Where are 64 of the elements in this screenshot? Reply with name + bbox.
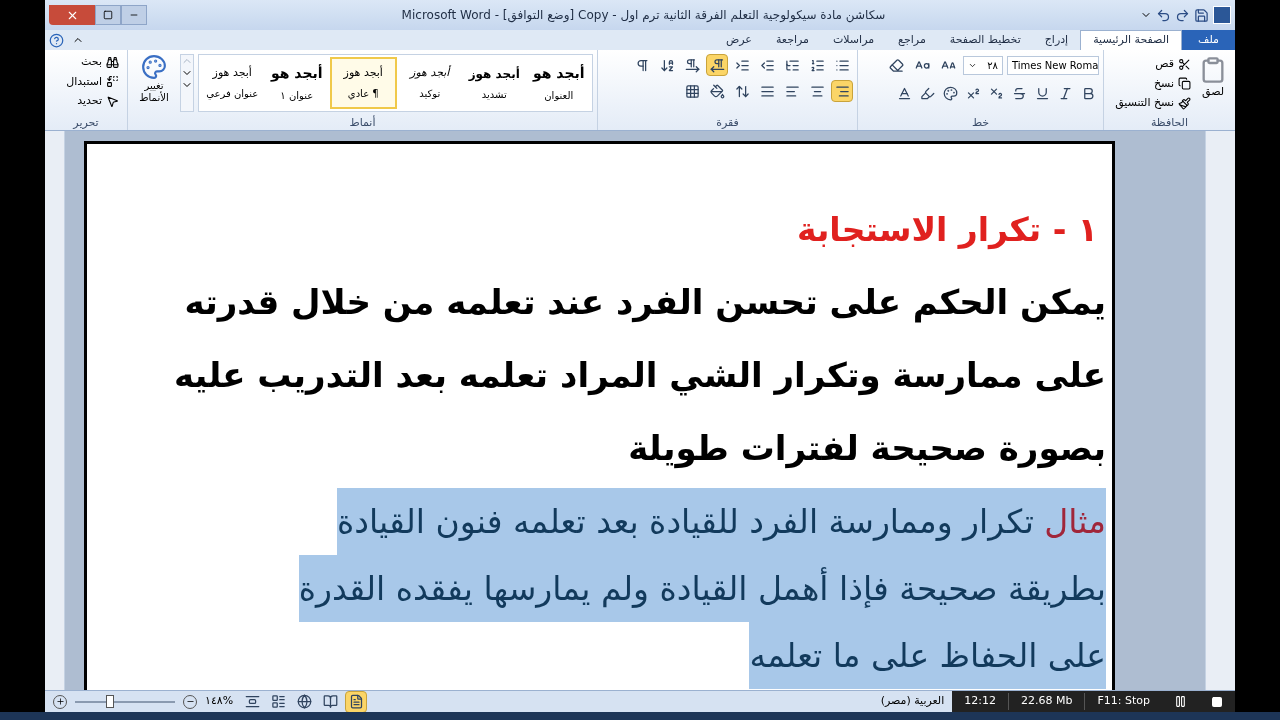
zoom-percent: %١٤٨ bbox=[204, 693, 235, 710]
font-size-field[interactable]: ٢٨ bbox=[963, 55, 1003, 75]
minimize-button[interactable] bbox=[121, 5, 147, 25]
paragraph-line: يمكن الحكم على تحسن الفرد عند تعلمه من خلال قدرته bbox=[184, 282, 1106, 322]
ribbon-tab[interactable]: إدراج bbox=[1032, 30, 1081, 50]
ribbon-tab[interactable]: تخطيط الصفحة bbox=[937, 30, 1033, 50]
scrollbar[interactable] bbox=[1205, 131, 1235, 690]
paintbrush-icon bbox=[1178, 96, 1191, 110]
heading: ١ - تكرار الاستجابة bbox=[796, 210, 1098, 249]
group-label: تحرير bbox=[73, 116, 99, 129]
group-label: فقرة bbox=[716, 116, 739, 129]
recorder-size: 22.68 Mb bbox=[1008, 693, 1085, 710]
font-name-field[interactable]: Times New Roma bbox=[1007, 55, 1099, 75]
paragraph-line: بصورة صحيحة لفترات طويلة bbox=[628, 428, 1106, 468]
style-item[interactable]: أبجد هوز عنوان فرعي bbox=[201, 57, 264, 109]
pause-icon[interactable] bbox=[1174, 695, 1187, 708]
redo-icon[interactable] bbox=[1175, 7, 1190, 23]
selected-text: على الحفاظ على ما تعلمه bbox=[749, 622, 1106, 689]
window-title: سكاشن مادة سيكولوجية التعلم الفرقة الثانية ترم اول - Copy [وضع التوافق] - Microsoft Word bbox=[401, 8, 886, 22]
palette-icon bbox=[141, 54, 167, 80]
rtl-icon[interactable] bbox=[706, 54, 728, 76]
paste-button[interactable]: لصق bbox=[1195, 56, 1231, 116]
style-item[interactable]: أبجد هوز توكيد bbox=[398, 57, 461, 109]
restore-button[interactable] bbox=[95, 5, 121, 25]
change-styles-button[interactable]: تغيير الأنماط bbox=[132, 54, 176, 112]
paragraph-line: على ممارسة وتكرار الشي المراد تعلمه بعد التدريب عليه bbox=[173, 355, 1106, 395]
undo-icon[interactable] bbox=[1156, 7, 1171, 23]
ribbon-tab[interactable]: عرض bbox=[714, 30, 764, 50]
style-item[interactable]: أبجد هو العنوان bbox=[527, 57, 590, 109]
ribbon-tab[interactable]: الصفحة الرئيسية bbox=[1080, 30, 1183, 50]
group-label: أنماط bbox=[349, 116, 376, 129]
select-button[interactable]: تحديد bbox=[53, 93, 119, 110]
copy-icon bbox=[1178, 77, 1191, 91]
scissors-icon bbox=[1178, 57, 1191, 71]
file-tab[interactable]: ملف bbox=[1182, 30, 1235, 50]
selected-text: مثال تكرار وممارسة الفرد للقيادة بعد تعلمه فنون القيادة bbox=[337, 488, 1106, 555]
ribbon-tab[interactable]: مراجعة bbox=[763, 30, 821, 50]
style-item[interactable]: أبجد هوز تشديد bbox=[463, 57, 526, 109]
style-item[interactable]: أبجد هو عنوان ١ bbox=[265, 57, 328, 109]
recorder-stop-button[interactable]: F11: Stop bbox=[1084, 693, 1162, 710]
cut-button[interactable]: قص bbox=[1115, 56, 1191, 73]
binoculars-icon bbox=[106, 55, 119, 69]
group-label: خط bbox=[971, 116, 990, 129]
ribbon-tab[interactable]: مراسلات bbox=[820, 30, 887, 50]
view-print-icon[interactable] bbox=[345, 690, 368, 713]
help-icon[interactable] bbox=[49, 33, 64, 48]
copy-button[interactable]: نسخ bbox=[1115, 75, 1191, 92]
pointer-icon bbox=[106, 94, 119, 108]
replace-button[interactable]: استبدال bbox=[53, 73, 119, 90]
stop-icon[interactable] bbox=[1211, 695, 1223, 708]
zoom-thumb[interactable] bbox=[106, 694, 114, 708]
ribbon-tab[interactable]: مراجع bbox=[886, 30, 938, 50]
style-item[interactable]: أبجد هوز ¶ عادي bbox=[330, 57, 397, 109]
save-icon[interactable] bbox=[1194, 7, 1209, 23]
plus-icon bbox=[55, 697, 65, 706]
language-status: العربية (مصر) bbox=[879, 693, 946, 710]
recorder-time: 12:12 bbox=[963, 693, 997, 710]
align-right-icon[interactable] bbox=[831, 80, 853, 102]
replace-icon bbox=[106, 75, 119, 89]
selected-text: بطريقة صحيحة فإذا أهمل القيادة ولم يمارسها يفقده القدرة bbox=[298, 555, 1106, 622]
restore-icon bbox=[103, 10, 113, 20]
format-painter-button[interactable]: نسخ التنسيق bbox=[1115, 95, 1191, 112]
group-label: الحافظة bbox=[1150, 116, 1188, 129]
find-button[interactable]: بحث bbox=[53, 54, 119, 71]
